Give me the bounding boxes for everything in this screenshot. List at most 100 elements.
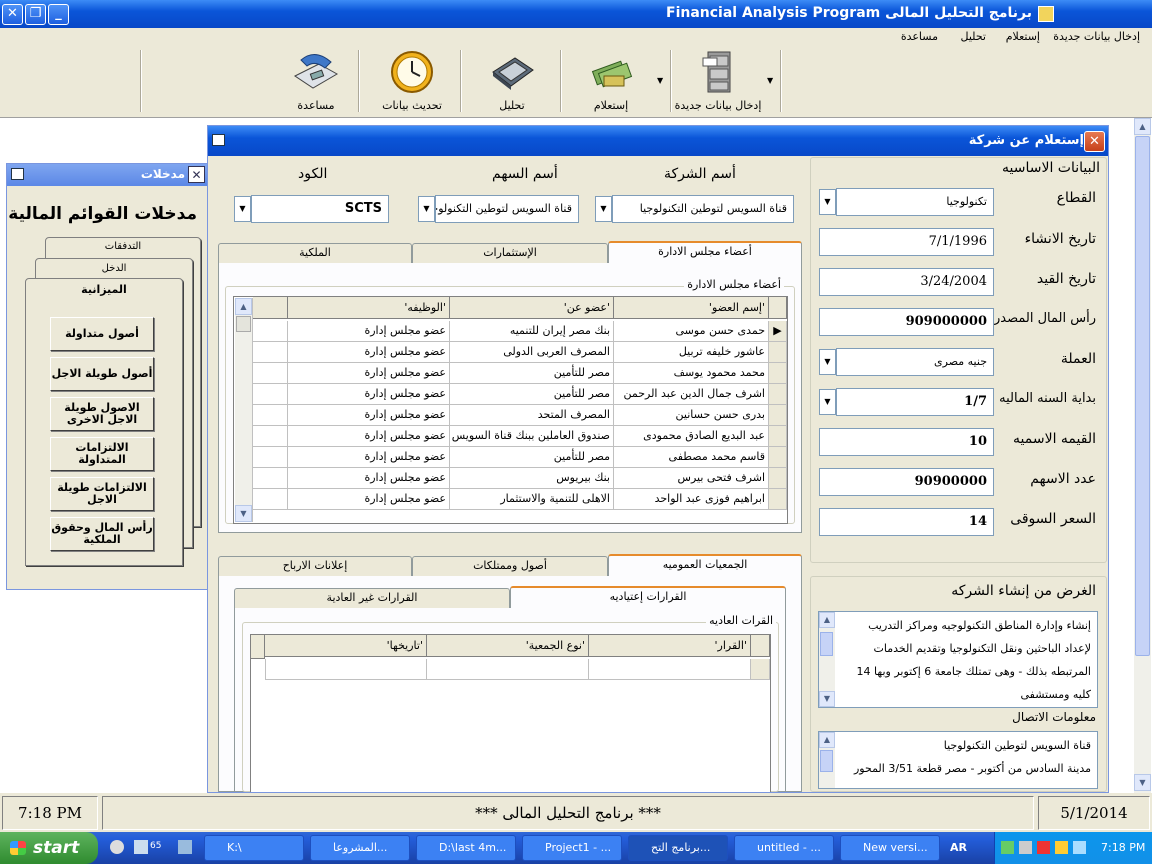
scroll-up-icon[interactable]: ▲ bbox=[819, 612, 835, 628]
start-button[interactable]: start bbox=[0, 832, 98, 864]
tab-investments[interactable]: الإستثمارات bbox=[412, 243, 608, 263]
board-grid[interactable]: 'الوظيفه' 'عضو عن' 'إسم العضو' حمدى حسن موس… bbox=[233, 296, 788, 524]
tray-icon[interactable] bbox=[1019, 841, 1032, 854]
board-cell[interactable]: عبد البديع الصادق محمودى bbox=[614, 426, 769, 447]
board-cell[interactable]: الاهلى للتنمية والاستثمار bbox=[450, 489, 614, 510]
issued-capital-field[interactable]: 909000000 bbox=[819, 308, 994, 336]
board-cell[interactable]: بنك بيريوس bbox=[450, 468, 614, 489]
tab-general-assemblies[interactable]: الجمعيات العموميه bbox=[608, 554, 802, 576]
contact-scrollbar[interactable]: ▲ bbox=[819, 732, 835, 788]
restore-icon[interactable]: ❐ bbox=[25, 4, 46, 25]
board-cell[interactable]: بنك مصر إيران للتنميه bbox=[450, 321, 614, 342]
scroll-up-icon[interactable]: ▲ bbox=[819, 732, 835, 748]
current-assets-button[interactable]: أصول متداولة bbox=[50, 317, 154, 351]
tray-icon[interactable] bbox=[1073, 841, 1086, 854]
grid-cell[interactable] bbox=[265, 659, 427, 680]
current-liabilities-button[interactable]: الالتزامات المتداولة bbox=[50, 437, 154, 471]
tray-icon[interactable] bbox=[1037, 841, 1050, 854]
close-icon[interactable]: ✕ bbox=[2, 4, 23, 25]
board-cell[interactable]: اشرف جمال الدين عبد الرحمن bbox=[614, 384, 769, 405]
board-cell[interactable]: عضو مجلس إدارة bbox=[288, 342, 450, 363]
grid-cell[interactable] bbox=[427, 659, 589, 680]
task-button[interactable]: New versi... bbox=[840, 835, 940, 861]
listing-date-field[interactable]: 3/24/2004 bbox=[819, 268, 994, 296]
long-term-assets-button[interactable]: أصول طويلة الاجل bbox=[50, 357, 154, 391]
scroll-thumb[interactable] bbox=[1135, 136, 1150, 656]
menu-query[interactable]: إستعلام bbox=[1006, 30, 1040, 43]
scroll-up-icon[interactable]: ▲ bbox=[1134, 118, 1151, 135]
board-cell[interactable]: مصر للتأمين bbox=[450, 447, 614, 468]
stock-name-dropdown-icon[interactable]: ▼ bbox=[418, 196, 435, 222]
board-cell[interactable]: حمدى حسن موسى bbox=[614, 321, 769, 342]
board-cell[interactable]: عضو مجلس إدارة bbox=[288, 405, 450, 426]
code-field[interactable]: SCTS bbox=[251, 195, 389, 223]
contact-textarea[interactable]: قناة السويس لتوطين التكنولوجيا مدينة الس… bbox=[818, 731, 1098, 789]
board-cell[interactable]: اشرف فتحى بيرس bbox=[614, 468, 769, 489]
quicklaunch-icon[interactable] bbox=[178, 840, 192, 854]
board-cell[interactable]: قاسم محمد مصطفى bbox=[614, 447, 769, 468]
fiscal-year-start-dropdown-icon[interactable]: ▼ bbox=[819, 389, 836, 415]
task-button[interactable]: K:\ bbox=[204, 835, 304, 861]
menu-analysis[interactable]: تحليل bbox=[961, 30, 986, 43]
task-button[interactable]: untitled - ... bbox=[734, 835, 834, 861]
tab-ownership[interactable]: الملكية bbox=[218, 243, 412, 263]
scroll-down-icon[interactable]: ▼ bbox=[235, 505, 252, 522]
sector-dropdown-icon[interactable]: ▼ bbox=[819, 189, 836, 215]
close-icon[interactable]: ✕ bbox=[1084, 131, 1105, 152]
board-cell[interactable]: صندوق العاملين ببنك قناة السويس bbox=[450, 426, 614, 447]
resolution-header[interactable]: 'القرار' bbox=[589, 635, 751, 657]
menu-help[interactable]: مساعدة bbox=[901, 30, 938, 43]
tab-dividends[interactable]: إعلانات الارباح bbox=[218, 556, 412, 576]
update-data-button[interactable]: تحديث بيانات bbox=[368, 48, 456, 114]
board-cell[interactable]: المصرف المتحد bbox=[450, 405, 614, 426]
board-cell[interactable]: مصر للتأمين bbox=[450, 363, 614, 384]
sector-field[interactable]: تكنولوجيا bbox=[836, 188, 994, 216]
tray-clock[interactable]: 7:18 PM bbox=[1101, 841, 1145, 854]
board-cell[interactable]: مصر للتأمين bbox=[450, 384, 614, 405]
tray-icon[interactable] bbox=[1001, 841, 1014, 854]
board-cell[interactable]: بدرى حسن حسانين bbox=[614, 405, 769, 426]
board-cell[interactable]: ابراهيم فوزى عبد الواحد bbox=[614, 489, 769, 510]
help-button[interactable]: مساعدة bbox=[278, 48, 354, 114]
board-cell[interactable]: عضو مجلس إدارة bbox=[288, 426, 450, 447]
board-cell[interactable]: عضو مجلس إدارة bbox=[288, 384, 450, 405]
company-name-field[interactable]: قناة السويس لتوطين التكنولوجيا bbox=[612, 195, 794, 223]
board-grid-scrollbar[interactable]: ▲ ▼ bbox=[235, 298, 253, 522]
fiscal-year-start-field[interactable]: 1/7 bbox=[836, 388, 994, 416]
market-price-field[interactable]: 14 bbox=[819, 508, 994, 536]
tray-icon[interactable] bbox=[1055, 841, 1068, 854]
tab-extraordinary-resolutions[interactable]: القرارات غير العادية bbox=[234, 588, 510, 608]
founding-date-field[interactable]: 7/1/1996 bbox=[819, 228, 994, 256]
menu-new-data[interactable]: إدخال بيانات جديدة bbox=[1053, 30, 1140, 43]
currency-dropdown-icon[interactable]: ▼ bbox=[819, 349, 836, 375]
quicklaunch-icon[interactable] bbox=[134, 840, 148, 854]
analysis-button[interactable]: تحليل bbox=[470, 48, 554, 114]
board-cell[interactable]: عضو مجلس إدارة bbox=[288, 468, 450, 489]
board-cell[interactable]: عضو مجلس إدارة bbox=[288, 321, 450, 342]
minimize-icon[interactable]: _ bbox=[48, 4, 69, 25]
tab-ordinary-resolutions[interactable]: القرارات إعتياديه bbox=[510, 586, 786, 608]
board-cell[interactable]: المصرف العربى الدولى bbox=[450, 342, 614, 363]
currency-field[interactable]: جنيه مصرى bbox=[836, 348, 994, 376]
scroll-thumb[interactable] bbox=[236, 316, 251, 332]
new-data-button[interactable]: إدخال بيانات جديدة bbox=[672, 48, 764, 114]
dropdown-arrow-icon[interactable]: ▼ bbox=[767, 76, 773, 85]
scroll-thumb[interactable] bbox=[820, 750, 833, 772]
stock-name-field[interactable]: قناة السويس لتوطين التكنولوجيا bbox=[435, 195, 579, 223]
tab-board-members[interactable]: أعضاء مجلس الادارة bbox=[608, 241, 802, 263]
tab-assets[interactable]: أصول وممتلكات bbox=[412, 556, 608, 576]
purpose-scrollbar[interactable]: ▲ ▼ bbox=[819, 612, 835, 707]
code-dropdown-icon[interactable]: ▼ bbox=[234, 196, 251, 222]
resolution-date-header[interactable]: 'تاريخها' bbox=[265, 635, 427, 657]
task-button[interactable]: D:\last 4m... bbox=[416, 835, 516, 861]
task-button-active[interactable]: برنامج التح... bbox=[628, 835, 728, 861]
board-cell[interactable]: عضو مجلس إدارة bbox=[288, 447, 450, 468]
grid-cell[interactable] bbox=[589, 659, 751, 680]
member-name-header[interactable]: 'إسم العضو' bbox=[614, 297, 769, 319]
scroll-down-icon[interactable]: ▼ bbox=[1134, 774, 1151, 791]
other-long-term-assets-button[interactable]: الاصول طويلة الاجل الاخرى bbox=[50, 397, 154, 431]
long-term-liabilities-button[interactable]: الالتزامات طويلة الاجل bbox=[50, 477, 154, 511]
dropdown-arrow-icon[interactable]: ▼ bbox=[657, 76, 663, 85]
scroll-down-icon[interactable]: ▼ bbox=[819, 691, 835, 707]
equity-button[interactable]: رأس المال وحقوق الملكية bbox=[50, 517, 154, 551]
